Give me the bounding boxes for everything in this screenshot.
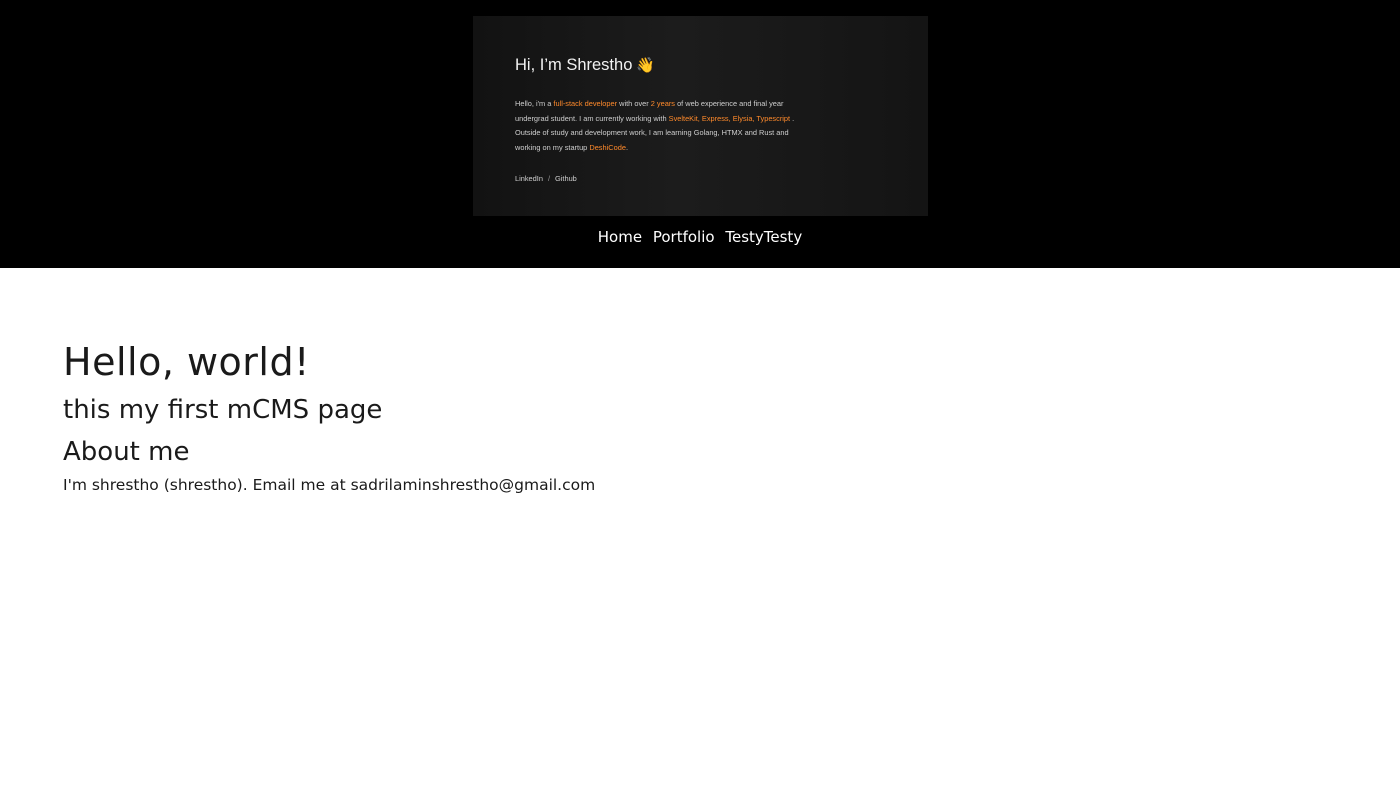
- about-text: I'm shrestho (shrestho). Email me at sad…: [63, 476, 596, 494]
- banner-body-segment: Hello, i'm a: [515, 99, 554, 108]
- banner-highlight-text: DeshiCode: [589, 142, 626, 152]
- main-nav: Home Portfolio TestyTesty: [0, 228, 1400, 246]
- hero-banner-image: Hi, I’m Shrestho 👋 Hello, i'm a full-stac…: [473, 16, 928, 216]
- main-content: Hello, world! this my first mCMS page Ab…: [63, 336, 1263, 496]
- banner-highlight-text: SvelteKit, Express, Elysia, Typescript: [668, 113, 791, 123]
- banner-highlight-text: full-stack developer: [553, 99, 618, 108]
- banner-intro-text: Hello, i'm a full-stack developer with o…: [515, 97, 815, 155]
- banner-link-separator: /: [547, 174, 551, 183]
- page-subheading: this my first mCMS page: [63, 395, 383, 425]
- site-header: Hi, I’m Shrestho 👋 Hello, i'm a full-stac…: [0, 0, 1400, 268]
- nav-item-portfolio[interactable]: Portfolio: [653, 228, 715, 246]
- banner-link-github: Github: [555, 174, 577, 183]
- nav-item-home[interactable]: Home: [598, 228, 642, 246]
- banner-body-segment: .: [625, 142, 628, 152]
- banner-greeting: Hi, I’m Shrestho 👋: [515, 56, 655, 75]
- nav-item-testytesty[interactable]: TestyTesty: [725, 228, 802, 246]
- banner-links: LinkedIn / Github: [515, 174, 577, 183]
- wave-hand-icon: 👋: [636, 57, 656, 74]
- banner-body-segment: with over: [617, 99, 651, 108]
- banner-link-linkedin: LinkedIn: [515, 174, 543, 183]
- about-heading: About me: [63, 437, 190, 467]
- page-heading: Hello, world!: [63, 340, 310, 384]
- banner-greeting-text: Hi, I’m Shrestho: [515, 56, 633, 74]
- banner-highlight-text: 2 years: [650, 99, 676, 108]
